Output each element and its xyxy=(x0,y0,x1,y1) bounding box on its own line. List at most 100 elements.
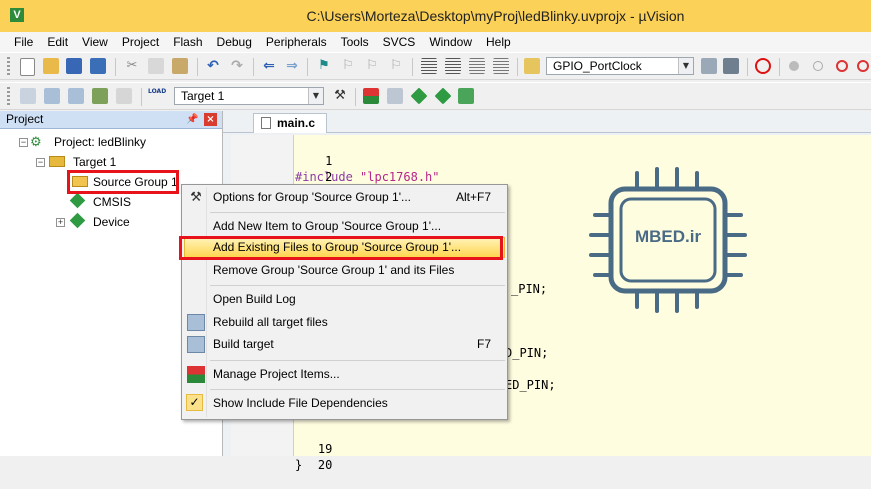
function-combo-value: GPIO_PortClock xyxy=(553,59,642,73)
enable-breakpoint-icon[interactable] xyxy=(813,61,823,71)
menu-window[interactable]: Window xyxy=(422,32,479,52)
select-packs-icon[interactable] xyxy=(387,88,403,104)
title-bar: V C:\Users\Morteza\Desktop\myProj\ledBli… xyxy=(0,0,871,32)
find-icon[interactable] xyxy=(701,58,717,74)
menu-item-label: Show Include File Dependencies xyxy=(213,396,388,410)
debug-session-icon[interactable] xyxy=(755,58,771,74)
find-in-files-icon[interactable] xyxy=(524,58,540,74)
prev-bookmark-icon[interactable]: ⚐ xyxy=(340,58,356,74)
nav-back-icon[interactable]: ⇐ xyxy=(261,58,277,74)
event-recorder-icon[interactable] xyxy=(458,88,474,104)
load-label: LOAD xyxy=(148,88,167,95)
line-number: 2 xyxy=(325,170,333,184)
menu-edit[interactable]: Edit xyxy=(40,32,75,52)
menu-tools[interactable]: Tools xyxy=(334,32,376,52)
pin-icon[interactable]: 📌 xyxy=(186,113,198,126)
open-folder-icon[interactable] xyxy=(43,58,59,74)
disable-breakpoints-icon[interactable] xyxy=(836,60,848,72)
batch-build-icon[interactable] xyxy=(92,88,108,104)
download-load-icon[interactable]: LOAD xyxy=(148,88,167,104)
menu-build-target[interactable]: Build target F7 xyxy=(184,334,505,355)
incremental-find-icon[interactable] xyxy=(723,58,739,74)
close-icon[interactable]: × xyxy=(204,113,217,126)
menu-open-build-log[interactable]: Open Build Log xyxy=(184,289,505,310)
uncomment-icon[interactable] xyxy=(493,58,509,74)
copy-icon[interactable] xyxy=(148,58,164,74)
function-combo[interactable]: GPIO_PortClock ▼ xyxy=(546,57,694,75)
clear-bookmarks-icon[interactable]: ⚐ xyxy=(388,58,404,74)
expand-icon[interactable]: + xyxy=(56,218,65,227)
comment-icon[interactable] xyxy=(469,58,485,74)
tab-label: main.c xyxy=(277,116,316,130)
save-all-icon[interactable] xyxy=(90,58,106,74)
code-line: 3 #define LED_PIN (1<<21); xyxy=(231,169,483,216)
pack-installer-icon[interactable] xyxy=(434,87,452,105)
code-line: 1 #include "lpc1768.h" xyxy=(231,137,440,184)
menu-project[interactable]: Project xyxy=(115,32,166,52)
code-line: 2 xyxy=(231,153,332,184)
chevron-down-icon[interactable]: ▼ xyxy=(308,88,323,104)
wand-options-icon: ⚒ xyxy=(190,190,202,205)
paste-icon[interactable] xyxy=(172,58,188,74)
menu-bar: File Edit View Project Flash Debug Perip… xyxy=(0,32,871,52)
menu-rebuild-all[interactable]: Rebuild all target files xyxy=(184,312,505,333)
project-label: Project: ledBlinky xyxy=(54,135,147,149)
menu-manage-project-items[interactable]: Manage Project Items... xyxy=(184,364,505,385)
build-icon xyxy=(187,336,205,353)
tree-target[interactable]: − Target 1 xyxy=(0,153,222,171)
toolbar-grip[interactable] xyxy=(7,57,10,77)
menu-file[interactable]: File xyxy=(0,32,40,52)
line-number: 1 xyxy=(325,154,333,168)
shortcut-label: Alt+F7 xyxy=(455,190,491,204)
save-icon[interactable] xyxy=(66,58,82,74)
stop-build-icon[interactable] xyxy=(116,88,132,104)
nav-forward-icon[interactable]: ⇒ xyxy=(284,58,300,74)
menu-remove-group[interactable]: Remove Group 'Source Group 1' and its Fi… xyxy=(184,260,505,281)
unindent-icon[interactable] xyxy=(445,58,461,74)
menu-add-new-item[interactable]: Add New Item to Group 'Source Group 1'..… xyxy=(184,216,505,237)
menu-show-include-deps[interactable]: ✓ Show Include File Dependencies xyxy=(184,393,505,414)
line-number: 19 xyxy=(317,442,333,456)
menu-help[interactable]: Help xyxy=(479,32,518,52)
indent-icon[interactable] xyxy=(421,58,437,74)
target-options-icon[interactable]: ⚒ xyxy=(332,88,348,104)
build-toolbar-icon[interactable] xyxy=(44,88,60,104)
translate-icon[interactable] xyxy=(20,88,36,104)
project-panel-header: Project 📌 × xyxy=(0,111,222,129)
chevron-down-icon[interactable]: ▼ xyxy=(678,58,693,74)
menu-debug[interactable]: Debug xyxy=(210,32,259,52)
editor-tab-strip: main.c xyxy=(223,111,871,133)
manage-runtime-icon[interactable] xyxy=(410,87,428,105)
kill-breakpoints-icon[interactable] xyxy=(857,60,869,72)
undo-icon[interactable]: ↶ xyxy=(205,58,221,74)
code-fragment: _PIN; xyxy=(511,282,548,296)
insert-breakpoint-icon[interactable] xyxy=(789,61,799,71)
menu-item-label: Rebuild all target files xyxy=(213,315,328,329)
menu-view[interactable]: View xyxy=(75,32,115,52)
rebuild-icon xyxy=(187,314,205,331)
tree-project[interactable]: − ⚙ Project: ledBlinky xyxy=(0,133,222,151)
project-icon: ⚙ xyxy=(30,134,42,149)
tab-main-c[interactable]: main.c xyxy=(253,113,327,133)
project-panel-title: Project xyxy=(6,112,44,126)
collapse-icon[interactable]: − xyxy=(36,158,45,167)
menu-svcs[interactable]: SVCS xyxy=(376,32,423,52)
shortcut-label: F7 xyxy=(476,337,491,351)
code-line: 20 xyxy=(231,441,332,472)
redo-icon[interactable]: ↷ xyxy=(229,58,245,74)
manage-items-icon xyxy=(187,366,205,383)
bookmark-icon[interactable]: ⚑ xyxy=(316,58,332,74)
next-bookmark-icon[interactable]: ⚐ xyxy=(364,58,380,74)
cut-icon[interactable]: ✂ xyxy=(124,58,140,74)
toolbar-grip[interactable] xyxy=(7,87,10,107)
collapse-icon[interactable]: − xyxy=(19,138,28,147)
menu-flash[interactable]: Flash xyxy=(166,32,209,52)
new-file-icon[interactable] xyxy=(20,58,35,76)
rebuild-toolbar-icon[interactable] xyxy=(68,88,84,104)
manage-project-items-icon[interactable] xyxy=(363,88,379,104)
target-combo[interactable]: Target 1 ▼ xyxy=(174,87,324,105)
menu-options-for-group[interactable]: ⚒ Options for Group 'Source Group 1'... … xyxy=(184,187,505,208)
cmsis-component-icon xyxy=(69,192,86,209)
window-title: C:\Users\Morteza\Desktop\myProj\ledBlink… xyxy=(306,8,685,24)
menu-peripherals[interactable]: Peripherals xyxy=(259,32,334,52)
